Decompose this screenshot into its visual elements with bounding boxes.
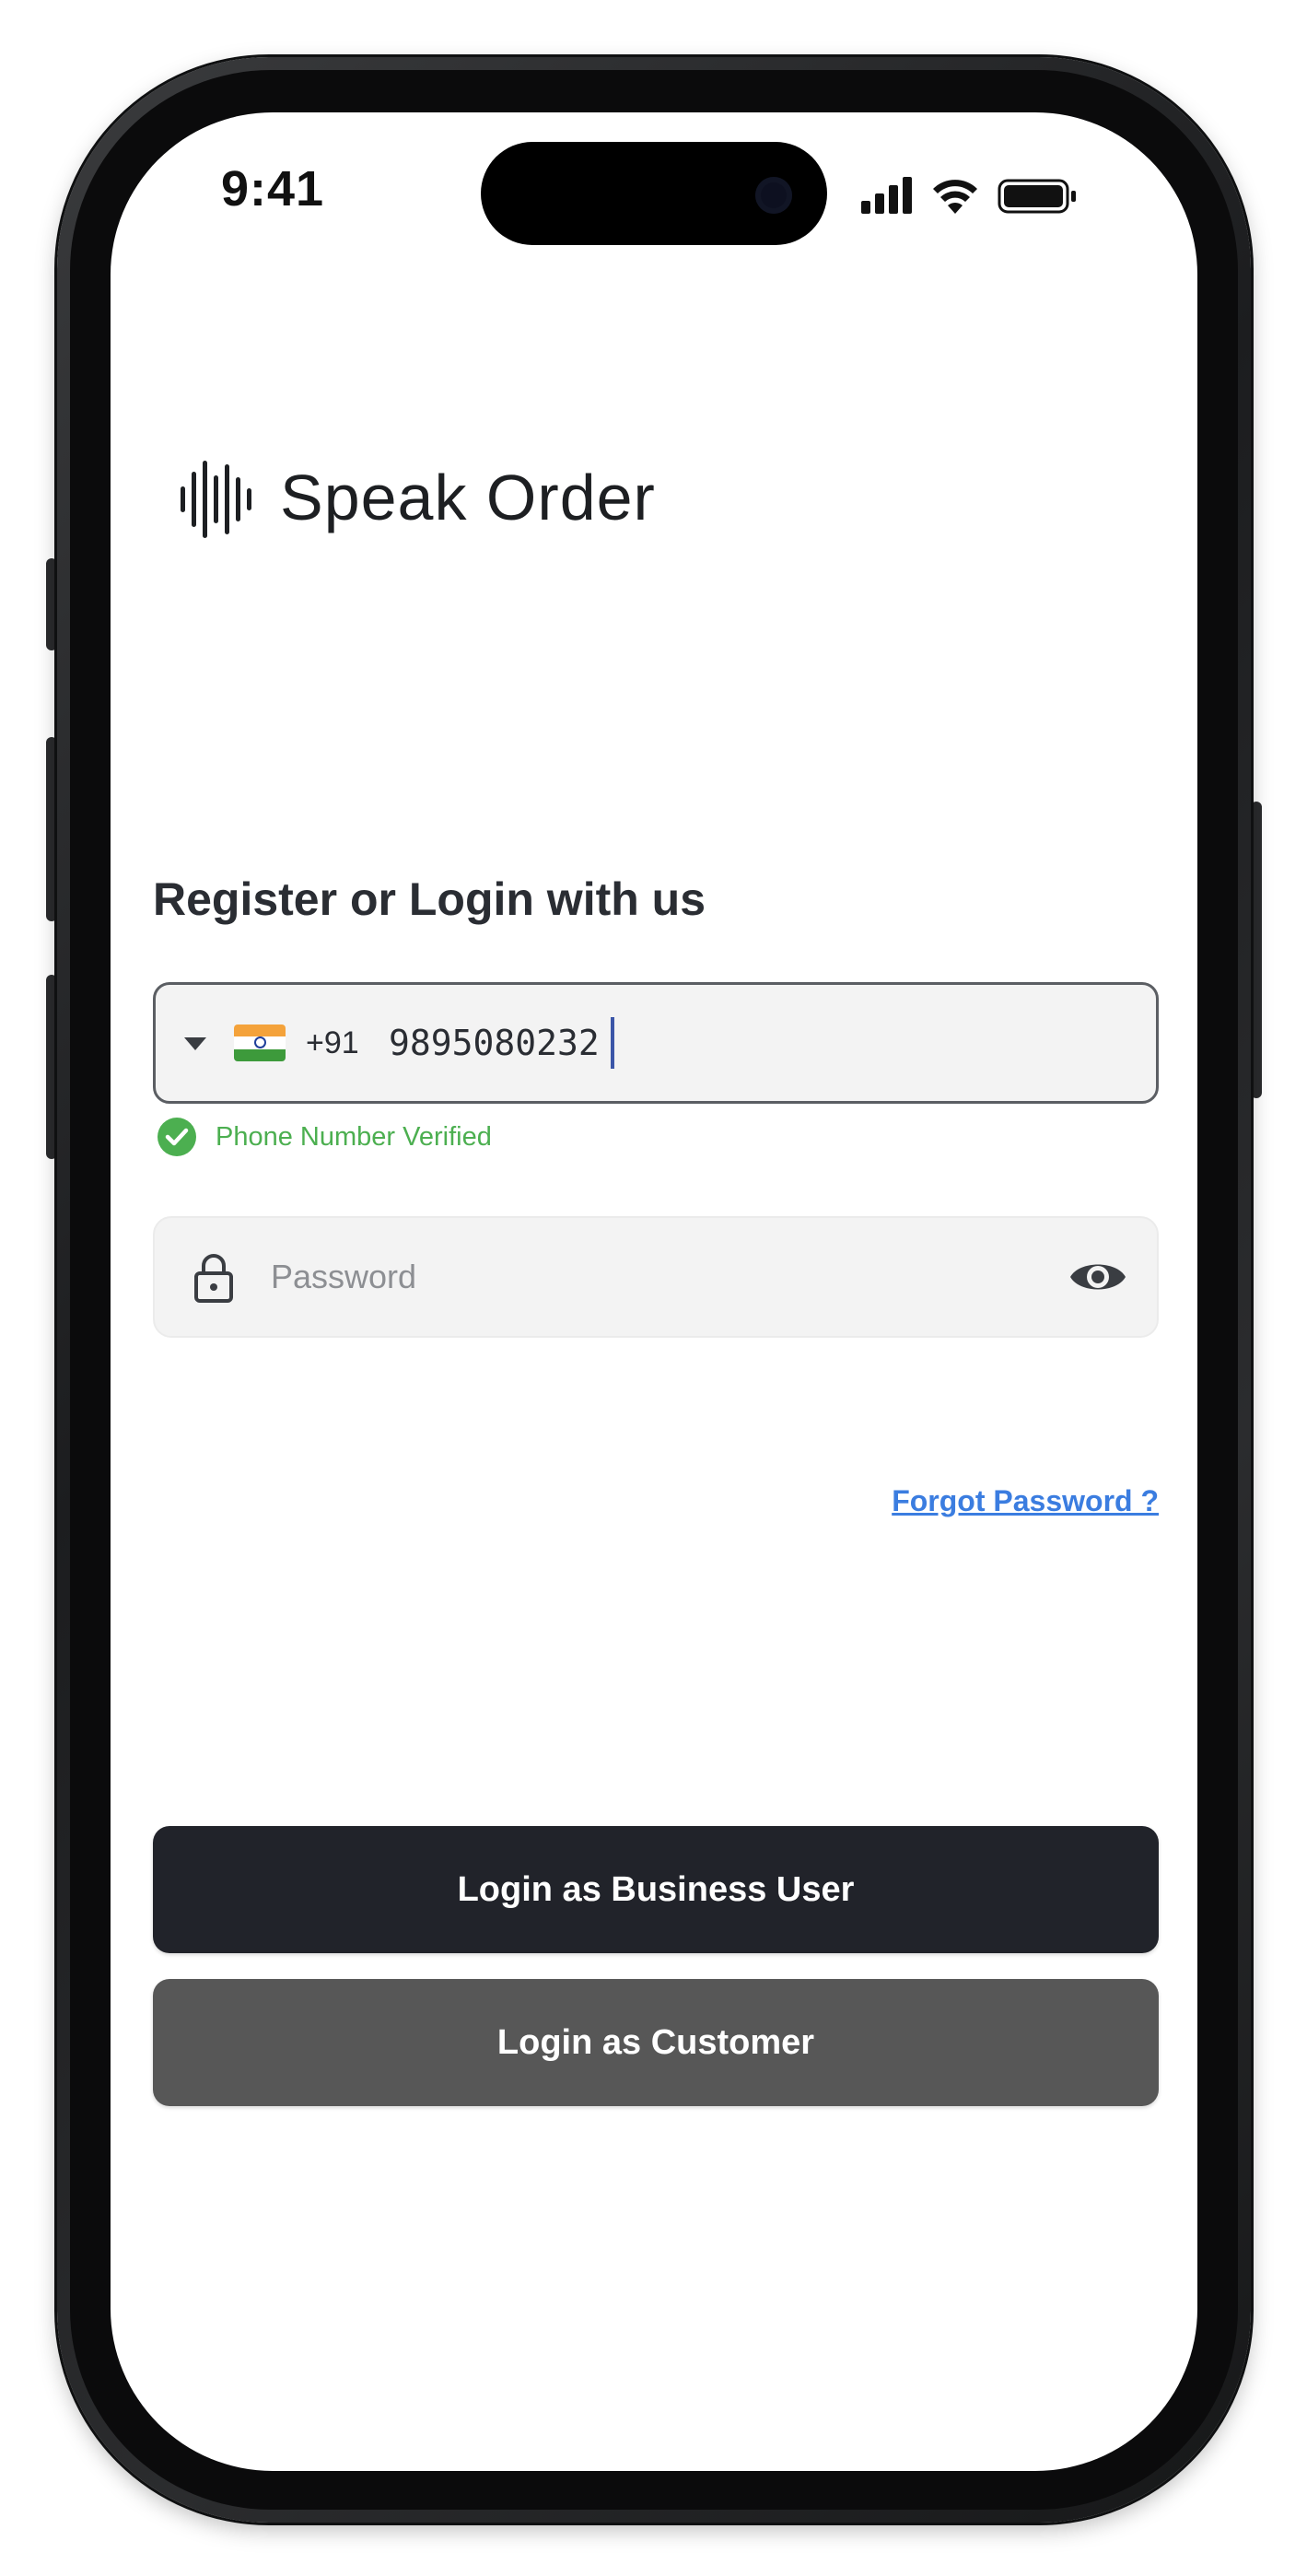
power-button xyxy=(1251,802,1262,1098)
wifi-icon xyxy=(933,180,977,214)
battery-icon xyxy=(998,179,1076,214)
phone-screen: 9:41 Speak Order Register or Login with … xyxy=(111,112,1197,2471)
status-icons xyxy=(861,173,1101,219)
country-dial-code: +91 xyxy=(306,1025,359,1060)
eye-icon[interactable] xyxy=(1068,1255,1127,1299)
front-camera xyxy=(755,177,792,214)
action-button xyxy=(46,558,57,650)
forgot-password-link[interactable]: Forgot Password ? xyxy=(866,1478,1159,1524)
status-time: 9:41 xyxy=(221,161,325,217)
soundwave-logo-icon xyxy=(175,455,263,544)
text-cursor xyxy=(611,1017,614,1069)
india-flag-icon[interactable] xyxy=(234,1025,286,1061)
login-business-user-button[interactable]: Login as Business User xyxy=(153,1826,1159,1953)
cellular-signal-icon xyxy=(861,177,912,214)
volume-down-button xyxy=(46,975,57,1159)
check-circle-icon xyxy=(157,1117,197,1157)
lock-icon xyxy=(193,1251,234,1303)
volume-up-button xyxy=(46,737,57,921)
password-input[interactable] xyxy=(269,1247,987,1306)
app-name: Speak Order xyxy=(280,462,656,533)
phone-verified-message: Phone Number Verified xyxy=(216,1122,492,1152)
phone-number-value[interactable]: 9895080232 xyxy=(389,1013,757,1072)
chevron-down-icon[interactable] xyxy=(182,1036,208,1052)
page-title: Register or Login with us xyxy=(153,873,706,925)
login-customer-button[interactable]: Login as Customer xyxy=(153,1979,1159,2106)
